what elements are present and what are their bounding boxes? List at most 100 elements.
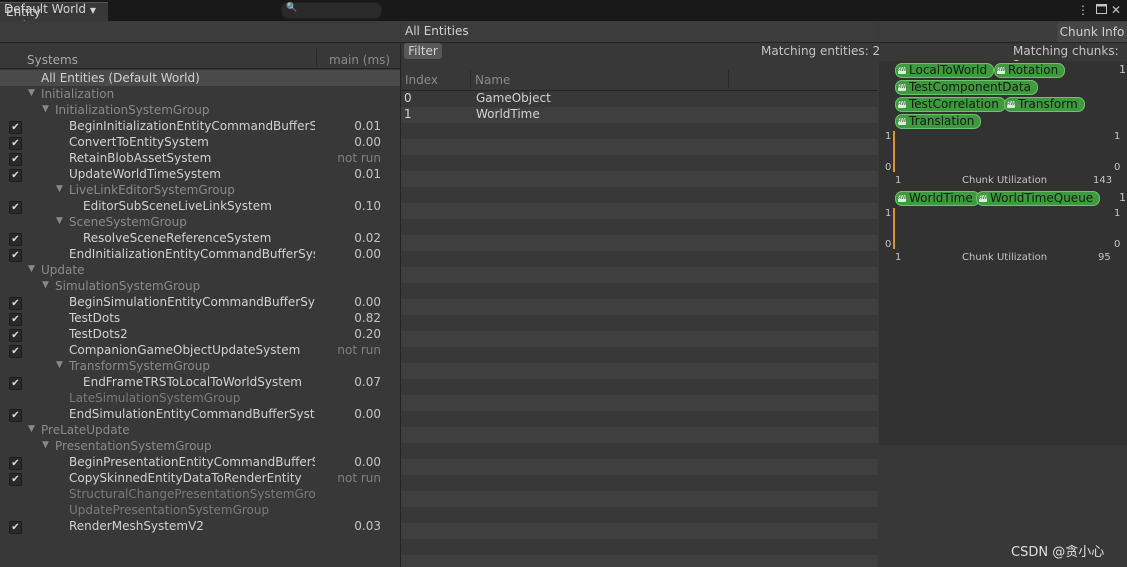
enabled-checkbox[interactable]: ✔ <box>9 329 22 342</box>
component-name: Rotation <box>1008 63 1059 77</box>
system-name: PresentationSystemGroup <box>55 439 212 453</box>
entity-index: 1 <box>404 107 412 121</box>
x-axis-start: 1 <box>895 252 902 263</box>
matching-entities: Matching entities: 2 <box>761 44 881 58</box>
enabled-checkbox[interactable]: ✔ <box>9 233 22 246</box>
component-tag[interactable]: RW TestComponentData <box>895 80 1038 95</box>
system-time: 0.82 <box>354 311 381 325</box>
system-name: EndFrameTRSToLocalToWorldSystem <box>83 375 302 389</box>
enabled-checkbox[interactable]: ✔ <box>9 249 22 262</box>
system-row[interactable]: ▼ Initialization <box>0 87 400 103</box>
col-main-ms[interactable]: main (ms) <box>329 53 390 67</box>
enabled-checkbox[interactable]: ✔ <box>9 377 22 390</box>
enabled-checkbox[interactable]: ✔ <box>9 137 22 150</box>
component-name: WorldTime <box>909 191 973 205</box>
component-tag[interactable]: RW TestCorrelation <box>895 97 1006 112</box>
component-tag[interactable]: RW LocalToWorld <box>895 63 995 78</box>
enabled-checkbox[interactable]: ✔ <box>9 409 22 422</box>
expand-triangle-icon[interactable]: ▼ <box>56 184 63 194</box>
component-tag[interactable]: RW Rotation <box>994 63 1066 78</box>
enabled-checkbox[interactable]: ✔ <box>9 169 22 182</box>
col-name[interactable]: Name <box>475 73 510 87</box>
maximize-icon[interactable] <box>1094 3 1108 17</box>
y-axis-bottom-label: 0 <box>885 162 892 173</box>
system-row[interactable]: ✔ ResolveSceneReferenceSystem 0.02 <box>0 231 400 247</box>
expand-triangle-icon[interactable]: ▼ <box>42 440 49 450</box>
component-tag[interactable]: RW WorldTime <box>895 191 980 206</box>
system-row[interactable]: ✔ EditorSubSceneLiveLinkSystem 0.10 <box>0 199 400 215</box>
right-axis-bottom-label: 0 <box>1114 239 1121 250</box>
search-input[interactable]: 🔍 <box>281 2 382 19</box>
system-row[interactable]: ✔ UpdateWorldTimeSystem 0.01 <box>0 167 400 183</box>
system-row[interactable]: LateSimulationSystemGroup <box>0 391 400 407</box>
enabled-checkbox[interactable]: ✔ <box>9 345 22 358</box>
system-row[interactable]: ✔ CompanionGameObjectUpdateSystem not run <box>0 343 400 359</box>
expand-triangle-icon[interactable]: ▼ <box>28 264 35 274</box>
expand-triangle-icon[interactable]: ▼ <box>56 360 63 370</box>
chunk-utilization-label: Chunk Utilization <box>962 175 1048 186</box>
enabled-checkbox[interactable]: ✔ <box>9 521 22 534</box>
expand-triangle-icon[interactable]: ▼ <box>28 88 35 98</box>
system-row[interactable]: ✔ ConvertToEntitySystem 0.00 <box>0 135 400 151</box>
enabled-checkbox[interactable]: ✔ <box>9 201 22 214</box>
col-systems[interactable]: Systems <box>27 53 78 67</box>
component-tag[interactable]: RW WorldTimeQueue <box>976 191 1101 206</box>
archetype-count: 1 <box>1119 63 1126 76</box>
close-icon[interactable]: ✕ <box>1109 3 1123 17</box>
system-row[interactable]: ▼ InitializationSystemGroup <box>0 103 400 119</box>
system-name: BeginPresentationEntityCommandBufferSyst… <box>69 455 315 469</box>
system-row[interactable]: ✔ BeginSimulationEntityCommandBufferSyste… <box>0 295 400 311</box>
col-index[interactable]: Index <box>405 73 438 87</box>
expand-triangle-icon[interactable]: ▼ <box>42 280 49 290</box>
system-row[interactable]: ✔ BeginInitializationEntityCommandBufferS… <box>0 119 400 135</box>
system-row[interactable]: ✔ EndFrameTRSToLocalToWorldSystem 0.07 <box>0 375 400 391</box>
component-tag[interactable]: RW Translation <box>895 114 982 129</box>
system-row[interactable]: ✔ EndSimulationEntityCommandBufferSystem 0… <box>0 407 400 423</box>
enabled-checkbox[interactable]: ✔ <box>9 473 22 486</box>
system-time: 0.02 <box>354 231 381 245</box>
x-axis-end: 95 <box>1098 252 1111 263</box>
system-row[interactable]: StructuralChangePresentationSystemGroup <box>0 487 400 503</box>
system-row[interactable]: ✔ TestDots 0.82 <box>0 311 400 327</box>
system-name: StructuralChangePresentationSystemGroup <box>69 487 315 501</box>
system-row[interactable]: ✔ RenderMeshSystemV2 0.03 <box>0 519 400 535</box>
world-dropdown[interactable]: Default World ▼ <box>4 2 96 16</box>
system-row[interactable]: ✔ EndInitializationEntityCommandBufferSys… <box>0 247 400 263</box>
archetype-count: 1 <box>1119 191 1126 204</box>
filter-button[interactable]: Filter <box>404 43 442 59</box>
expand-triangle-icon[interactable]: ▼ <box>42 104 49 114</box>
system-row[interactable]: ✔ CopySkinnedEntityDataToRenderEntity not … <box>0 471 400 487</box>
utilization-bar <box>893 208 895 249</box>
system-row[interactable]: ▼ TransformSystemGroup <box>0 359 400 375</box>
expand-triangle-icon[interactable]: ▼ <box>56 216 63 226</box>
system-time: not run <box>337 343 381 357</box>
system-time: 0.20 <box>354 327 381 341</box>
system-row[interactable]: UpdatePresentationSystemGroup <box>0 503 400 519</box>
system-row[interactable]: ✔ RetainBlobAssetSystem not run <box>0 151 400 167</box>
utilization-bar <box>893 131 895 172</box>
system-row[interactable]: ▼ PreLateUpdate <box>0 423 400 439</box>
system-row[interactable]: ▼ PresentationSystemGroup <box>0 439 400 455</box>
system-row[interactable]: ▼ SceneSystemGroup <box>0 215 400 231</box>
system-row[interactable]: ▼ LiveLinkEditorSystemGroup <box>0 183 400 199</box>
system-row[interactable]: ▼ Update <box>0 263 400 279</box>
entity-row[interactable]: 1 WorldTime <box>401 107 878 123</box>
system-name: UpdateWorldTimeSystem <box>69 167 221 181</box>
system-row[interactable]: ✔ TestDots2 0.20 <box>0 327 400 343</box>
systems-header: Systems main (ms) <box>0 46 400 69</box>
enabled-checkbox[interactable]: ✔ <box>9 313 22 326</box>
chunk-info-button[interactable]: Chunk Info <box>1057 22 1127 42</box>
enabled-checkbox[interactable]: ✔ <box>9 153 22 166</box>
component-tag[interactable]: RW Transform <box>1004 97 1085 112</box>
enabled-checkbox[interactable]: ✔ <box>9 297 22 310</box>
all-entities-row[interactable]: All Entities (Default World) <box>0 70 400 86</box>
enabled-checkbox[interactable]: ✔ <box>9 457 22 470</box>
system-row[interactable]: ✔ BeginPresentationEntityCommandBufferSys… <box>0 455 400 471</box>
expand-triangle-icon[interactable]: ▼ <box>28 424 35 434</box>
system-row[interactable]: ▼ SimulationSystemGroup <box>0 279 400 295</box>
y-axis-bottom-label: 0 <box>885 239 892 250</box>
entity-row[interactable]: 0 GameObject <box>401 91 878 107</box>
entities-header: All Entities <box>401 21 878 43</box>
kebab-menu-icon[interactable]: ⋮ <box>1076 3 1090 17</box>
enabled-checkbox[interactable]: ✔ <box>9 121 22 134</box>
